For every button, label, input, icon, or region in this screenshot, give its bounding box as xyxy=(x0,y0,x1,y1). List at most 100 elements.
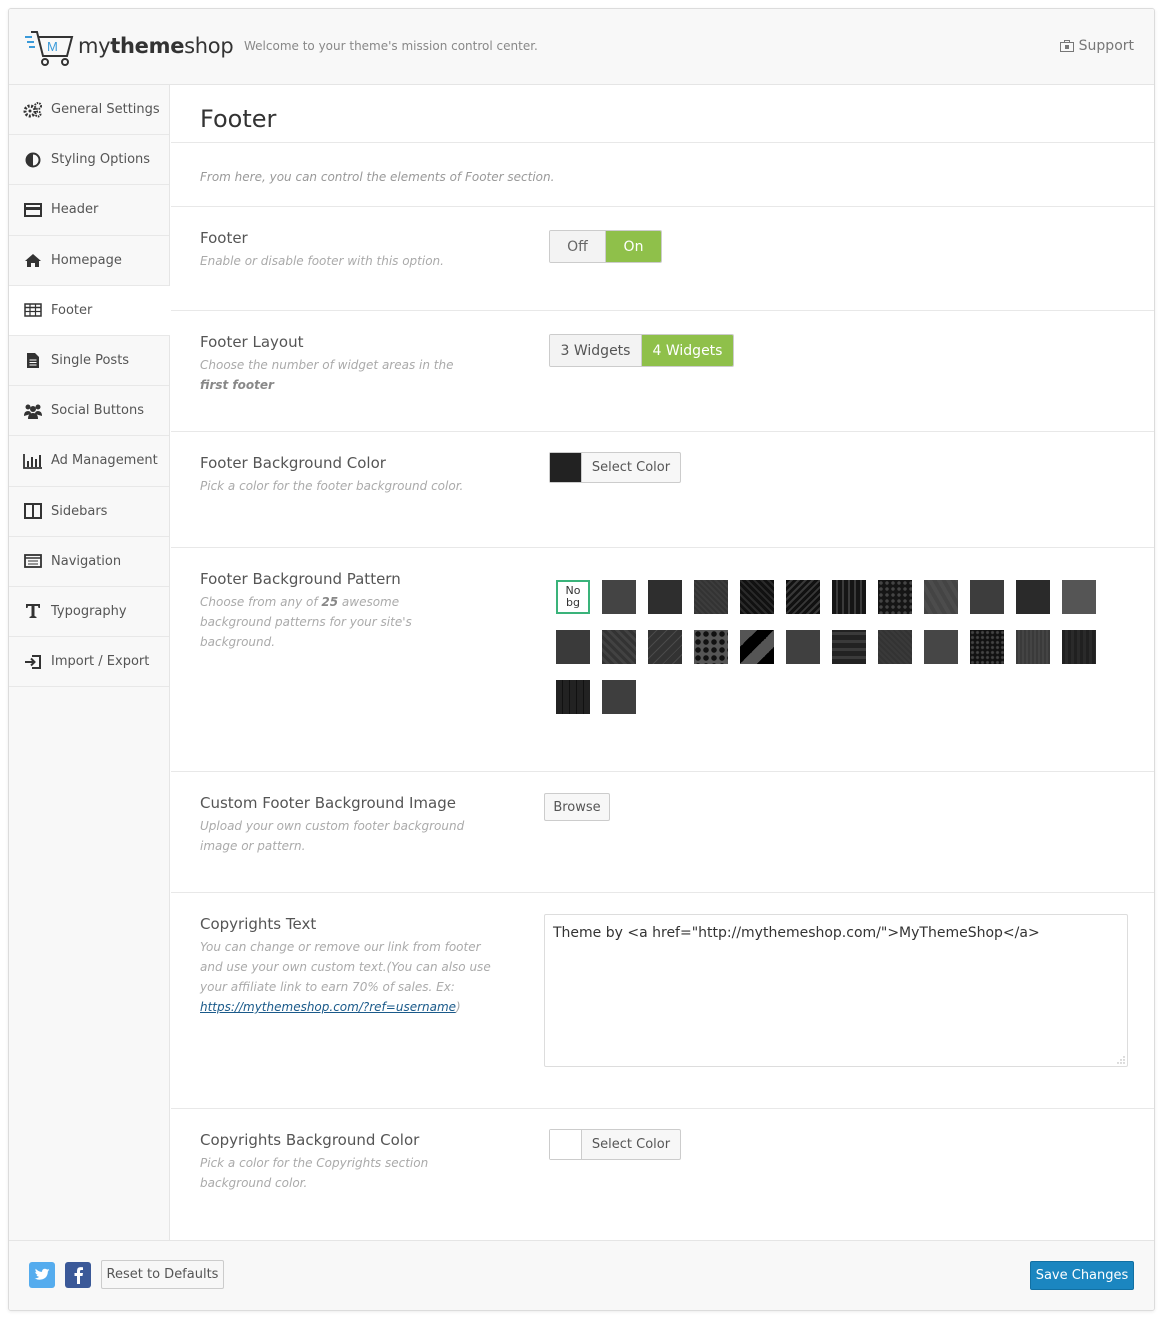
users-icon xyxy=(23,402,43,420)
select-color-label: Select Color xyxy=(591,460,671,475)
pattern-swatch[interactable] xyxy=(924,580,958,614)
browse-button[interactable]: Browse xyxy=(544,793,610,821)
list-icon xyxy=(23,552,43,570)
pattern-swatch[interactable] xyxy=(556,680,590,714)
pattern-swatch[interactable] xyxy=(602,630,636,664)
pattern-swatch[interactable] xyxy=(1016,580,1050,614)
welcome-text: Welcome to your theme's mission control … xyxy=(244,39,538,53)
pattern-no-bg[interactable]: No bg xyxy=(556,580,590,614)
pattern-swatch[interactable] xyxy=(786,630,820,664)
typography-icon xyxy=(23,602,43,620)
pattern-swatch[interactable] xyxy=(1062,630,1096,664)
cart-logo-icon: M xyxy=(25,31,74,66)
option-description: You can change or remove our link from f… xyxy=(200,940,491,1014)
select-color-label: Select Color xyxy=(591,1137,671,1152)
option-title: Custom Footer Background Image xyxy=(200,794,456,812)
sidebar-item-social-buttons[interactable]: Social Buttons xyxy=(9,386,169,437)
support-link[interactable]: Support xyxy=(1059,38,1134,54)
sidebar-item-label: Sidebars xyxy=(51,503,108,519)
pattern-swatch[interactable] xyxy=(694,580,728,614)
pattern-swatch[interactable] xyxy=(648,630,682,664)
option-custom-bg-image: Custom Footer Background Image Upload yo… xyxy=(171,772,1154,893)
option-description: Choose from any of 25 awesome background… xyxy=(200,595,412,649)
option-copyrights-text: Copyrights Text You can change or remove… xyxy=(171,893,1154,1109)
sidebar-item-label: Ad Management xyxy=(51,453,158,469)
reset-to-defaults-button[interactable]: Reset to Defaults xyxy=(101,1260,224,1289)
logo[interactable]: M mythemeshop xyxy=(23,29,234,69)
affiliate-link[interactable]: https://mythemeshop.com/?ref=username xyxy=(200,1000,456,1014)
sidebar-item-label: Social Buttons xyxy=(51,403,144,419)
support-icon xyxy=(1059,40,1074,52)
header-icon xyxy=(23,201,43,219)
pattern-swatch[interactable] xyxy=(556,630,590,664)
option-title: Copyrights Text xyxy=(200,915,317,933)
sidebar-item-footer[interactable]: Footer xyxy=(9,285,170,336)
pattern-swatch[interactable] xyxy=(1062,580,1096,614)
pattern-swatch[interactable] xyxy=(924,630,958,664)
top-bar: M mythemeshop Welcome to your theme's mi… xyxy=(9,9,1154,85)
sidebar-item-label: Styling Options xyxy=(51,152,151,168)
sidebar-item-navigation[interactable]: Navigation xyxy=(9,537,169,587)
pattern-swatch[interactable] xyxy=(970,580,1004,614)
option-title: Footer Background Pattern xyxy=(200,570,401,588)
three-widgets-button[interactable]: 3 Widgets xyxy=(550,335,642,366)
pattern-swatch[interactable] xyxy=(1016,630,1050,664)
sidebar-item-styling-options[interactable]: Styling Options xyxy=(9,135,169,186)
sidebar-item-general-settings[interactable]: General Settings xyxy=(9,85,169,136)
sidebar-item-label: Typography xyxy=(51,603,127,619)
page-title: Footer xyxy=(171,85,1154,143)
columns-icon xyxy=(23,502,43,520)
sidebar-item-ad-management[interactable]: Ad Management xyxy=(9,436,169,487)
footer-off-button[interactable]: Off xyxy=(550,231,606,262)
pattern-swatch[interactable] xyxy=(832,630,866,664)
pattern-swatch[interactable] xyxy=(648,580,682,614)
bar-chart-icon xyxy=(23,452,43,470)
options-panel: M mythemeshop Welcome to your theme's mi… xyxy=(8,8,1155,1311)
pattern-swatch[interactable] xyxy=(786,580,820,614)
twitter-icon[interactable] xyxy=(29,1262,55,1288)
option-footer-layout: Footer Layout Choose the number of widge… xyxy=(171,311,1154,432)
color-swatch xyxy=(550,1130,582,1159)
pattern-swatch[interactable] xyxy=(694,630,728,664)
sidebar-item-header[interactable]: Header xyxy=(9,185,169,236)
option-description: Pick a color for the footer background c… xyxy=(200,479,464,493)
pattern-swatch[interactable] xyxy=(970,630,1004,664)
footer-on-button[interactable]: On xyxy=(606,231,661,262)
sidebar-item-import-export[interactable]: Import / Export xyxy=(9,637,169,688)
option-description: Choose the number of widget areas in the… xyxy=(200,358,454,392)
pattern-swatch[interactable] xyxy=(740,580,774,614)
save-changes-button[interactable]: Save Changes xyxy=(1030,1261,1134,1290)
page-description: From here, you can control the elements … xyxy=(171,143,1154,207)
option-title: Copyrights Background Color xyxy=(200,1131,420,1149)
pattern-swatch[interactable] xyxy=(602,580,636,614)
gears-icon xyxy=(23,101,43,119)
svg-text:M: M xyxy=(47,39,58,54)
copyrights-color-picker[interactable]: Select Color xyxy=(549,1129,681,1160)
option-description: Pick a color for the Copyrights section … xyxy=(200,1156,429,1190)
sidebar-item-single-posts[interactable]: Single Posts xyxy=(9,336,169,387)
option-title: Footer Layout xyxy=(200,333,304,351)
sidebar-item-sidebars[interactable]: Sidebars xyxy=(9,487,169,537)
pattern-swatch[interactable] xyxy=(740,630,774,664)
pattern-swatch[interactable] xyxy=(602,680,636,714)
pattern-swatch[interactable] xyxy=(878,630,912,664)
sidebar-item-label: Footer xyxy=(51,302,93,318)
footer-color-picker[interactable]: Select Color xyxy=(549,452,681,483)
sidebar-item-homepage[interactable]: Homepage xyxy=(9,236,169,286)
import-icon xyxy=(23,653,43,671)
option-footer-bg-pattern: Footer Background Pattern Choose from an… xyxy=(171,548,1154,772)
copyrights-value: Theme by <a href="http://mythemeshop.com… xyxy=(553,925,1040,941)
resize-handle-icon[interactable] xyxy=(1117,1056,1125,1064)
pattern-swatch[interactable] xyxy=(832,580,866,614)
copyrights-textarea[interactable]: Theme by <a href="http://mythemeshop.com… xyxy=(544,914,1128,1067)
option-description: Enable or disable footer with this optio… xyxy=(200,254,444,268)
four-widgets-button[interactable]: 4 Widgets xyxy=(642,335,733,366)
facebook-icon[interactable] xyxy=(65,1262,91,1288)
contrast-icon xyxy=(23,151,43,169)
support-label: Support xyxy=(1078,38,1134,54)
sidebar-item-label: Import / Export xyxy=(51,654,150,670)
logo-text: mythemeshop xyxy=(78,34,234,58)
pattern-swatch[interactable] xyxy=(878,580,912,614)
sidebar-item-typography[interactable]: Typography xyxy=(9,587,169,638)
sidebar: General Settings Styling Options Header … xyxy=(9,85,170,1240)
